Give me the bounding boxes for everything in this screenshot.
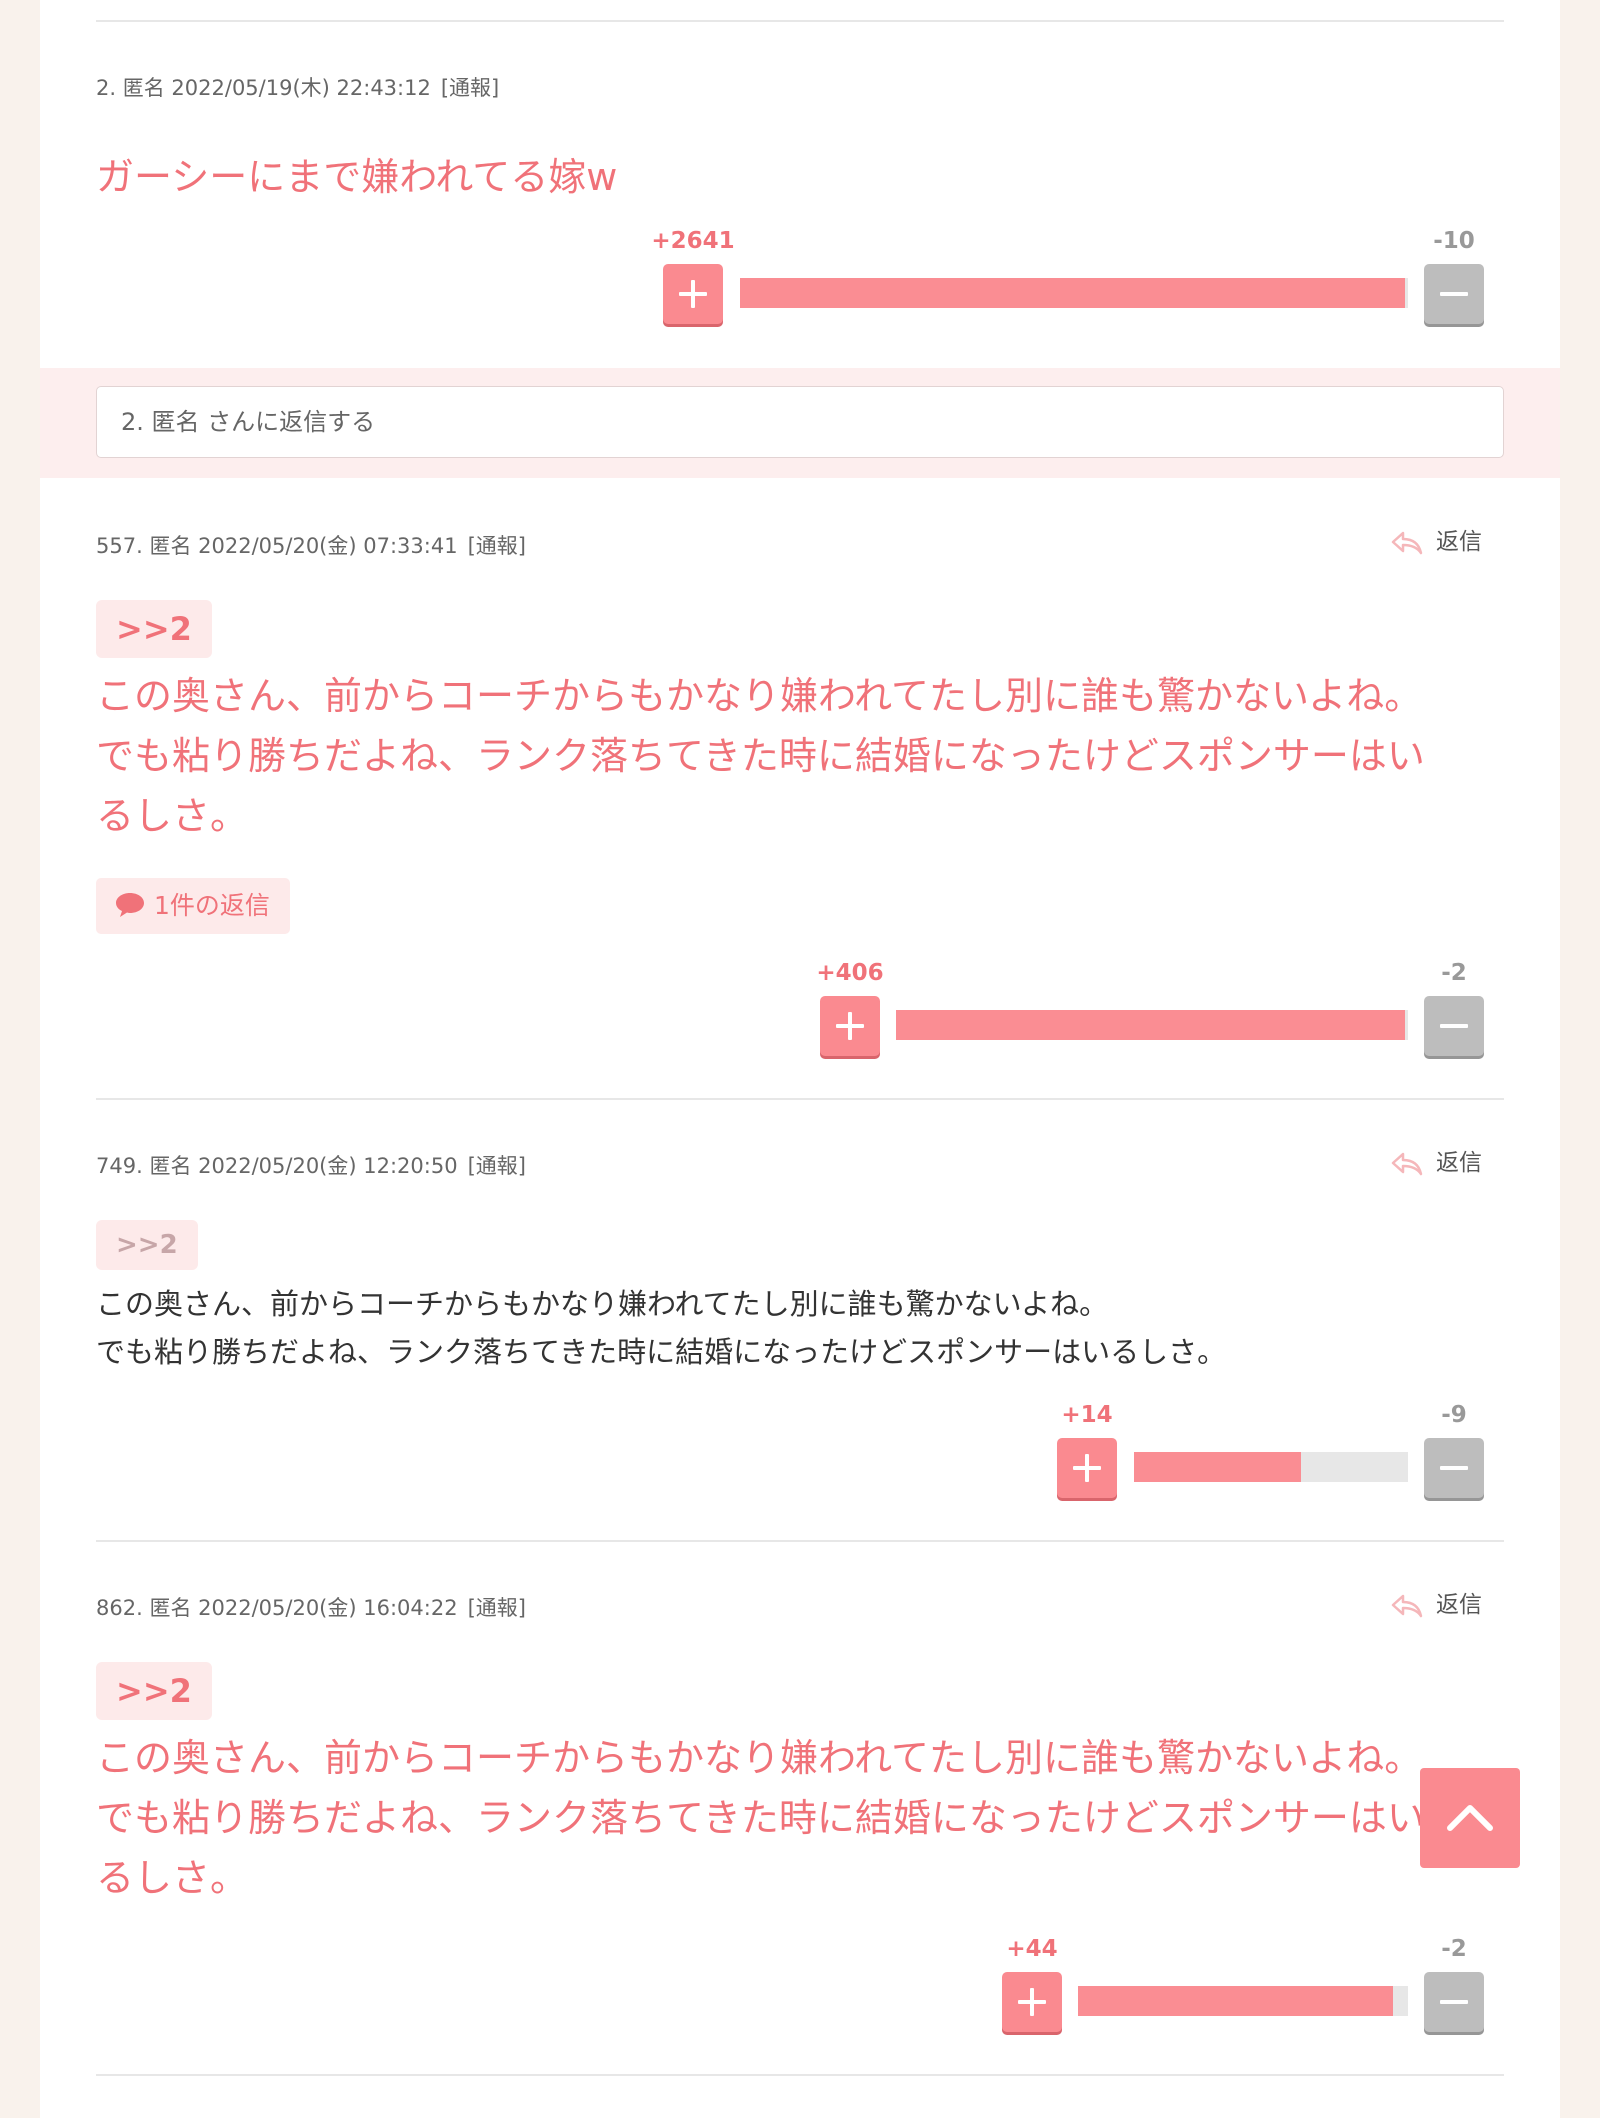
- reply-button[interactable]: 返信: [1390, 1143, 1482, 1177]
- vote-ratio-bar: [740, 278, 1408, 308]
- comment-line: この奥さん、前からコーチからもかなり嫌われてたし別に誰も驚かないよね。: [96, 1736, 1423, 1780]
- comment-line: るしさ。: [96, 794, 249, 838]
- comment-meta: 862. 匿名 2022/05/20(金) 16:04:22 [通報]: [96, 1592, 526, 1622]
- reply-arrow-icon: [1391, 531, 1423, 554]
- minus-button[interactable]: [1424, 264, 1484, 324]
- reply-arrow-icon: [1391, 1152, 1423, 1175]
- minus-button[interactable]: [1424, 1972, 1484, 2032]
- vote-widget: +14 -9: [40, 1402, 1560, 1512]
- comment-meta: 557. 匿名 2022/05/20(金) 07:33:41 [通報]: [96, 530, 526, 560]
- anchor-link[interactable]: >>2: [96, 600, 212, 658]
- report-link[interactable]: [通報]: [468, 1596, 526, 1620]
- plus-button[interactable]: [663, 264, 723, 324]
- comment-number: 749.: [96, 1154, 143, 1178]
- anchor-link[interactable]: >>2: [96, 1220, 198, 1270]
- comment-number: 557.: [96, 534, 143, 558]
- replies-count: 1件の返信: [154, 891, 270, 920]
- minus-button[interactable]: [1424, 996, 1484, 1056]
- vote-ratio-bar: [896, 1010, 1408, 1040]
- vote-ratio-bar: [1134, 1452, 1408, 1482]
- scroll-to-top-button[interactable]: [1420, 1768, 1520, 1868]
- anchor-link[interactable]: >>2: [96, 1662, 212, 1720]
- comment-list: 2. 匿名 2022/05/19(木) 22:43:12 [通報] ガーシーにまで…: [40, 0, 1560, 2118]
- comment-author: 匿名: [149, 534, 192, 558]
- replies-button[interactable]: 1件の返信: [96, 878, 290, 934]
- comment-datetime: 2022/05/20(金) 12:20:50: [198, 1154, 458, 1178]
- report-link[interactable]: [通報]: [468, 534, 526, 558]
- plus-count: +14: [1061, 1402, 1113, 1428]
- vote-ratio-fill: [1078, 1986, 1394, 2016]
- comment-text: この奥さん、前からコーチからもかなり嫌われてたし別に誰も驚かないよね。 でも粘り…: [96, 1728, 1516, 1908]
- comment-datetime: 2022/05/20(金) 16:04:22: [198, 1596, 458, 1620]
- chevron-up-icon: [1447, 1805, 1493, 1831]
- reply-button[interactable]: 返信: [1390, 522, 1482, 556]
- divider: [96, 1098, 1504, 1100]
- reply-button[interactable]: 返信: [1390, 1585, 1482, 1619]
- comment-line: でも粘り勝ちだよね、ランク落ちてきた時に結婚になったけどスポンサーはいるしさ。: [96, 1335, 1227, 1369]
- plus-button[interactable]: [820, 996, 880, 1056]
- comment-number: 2.: [96, 76, 117, 100]
- reply-label: 返信: [1436, 1592, 1482, 1618]
- comment-number: 862.: [96, 1596, 143, 1620]
- minus-count: -10: [1433, 228, 1475, 254]
- divider: [96, 2074, 1504, 2076]
- reply-form: 2. 匿名 さんに返信する: [40, 368, 1560, 478]
- comment-line: この奥さん、前からコーチからもかなり嫌われてたし別に誰も驚かないよね。: [96, 674, 1423, 718]
- comment-author: 匿名: [122, 76, 165, 100]
- comment-author: 匿名: [149, 1154, 192, 1178]
- comment-meta: 749. 匿名 2022/05/20(金) 12:20:50 [通報]: [96, 1150, 526, 1180]
- comment-meta: 2. 匿名 2022/05/19(木) 22:43:12 [通報]: [96, 72, 499, 102]
- comment-datetime: 2022/05/19(木) 22:43:12: [171, 76, 431, 100]
- vote-ratio-bar: [1078, 1986, 1408, 2016]
- reply-arrow-icon: [1391, 1594, 1423, 1617]
- vote-widget: +406 -2: [40, 960, 1560, 1070]
- comment-line: でも粘り勝ちだよね、ランク落ちてきた時に結婚になったけどスポンサーはい: [96, 1796, 1425, 1840]
- report-link[interactable]: [通報]: [468, 1154, 526, 1178]
- plus-count: +406: [816, 960, 884, 986]
- minus-count: -9: [1441, 1402, 1467, 1428]
- reply-label: 返信: [1436, 1150, 1482, 1176]
- plus-count: +44: [1006, 1936, 1058, 1962]
- comment-line: でも粘り勝ちだよね、ランク落ちてきた時に結婚になったけどスポンサーはい: [96, 734, 1425, 778]
- comment-text: ガーシーにまで嫌われてる嫁w: [96, 155, 618, 199]
- comment-author: 匿名: [149, 1596, 192, 1620]
- divider: [96, 1540, 1504, 1542]
- reply-input[interactable]: 2. 匿名 さんに返信する: [96, 386, 1504, 458]
- comment-line: この奥さん、前からコーチからもかなり嫌われてたし別に誰も驚かないよね。: [96, 1287, 1109, 1321]
- reply-label: 返信: [1436, 529, 1482, 555]
- plus-count: +2641: [651, 228, 735, 254]
- comment-text: この奥さん、前からコーチからもかなり嫌われてたし別に誰も驚かないよね。 でも粘り…: [96, 666, 1516, 846]
- vote-widget: +44 -2: [40, 1936, 1560, 2046]
- vote-ratio-fill: [1134, 1452, 1302, 1482]
- plus-button[interactable]: [1057, 1438, 1117, 1498]
- vote-ratio-fill: [740, 278, 1406, 308]
- minus-count: -2: [1441, 960, 1467, 986]
- speech-bubble-icon: [116, 893, 144, 917]
- comment-datetime: 2022/05/20(金) 07:33:41: [198, 534, 458, 558]
- comment-text: この奥さん、前からコーチからもかなり嫌われてたし別に誰も驚かないよね。 でも粘り…: [96, 1280, 1226, 1376]
- minus-button[interactable]: [1424, 1438, 1484, 1498]
- plus-button[interactable]: [1002, 1972, 1062, 2032]
- vote-widget: +2641 -10: [40, 228, 1560, 338]
- comment-line: るしさ。: [96, 1856, 249, 1900]
- report-link[interactable]: [通報]: [441, 76, 499, 100]
- divider: [96, 20, 1504, 22]
- vote-ratio-fill: [896, 1010, 1406, 1040]
- minus-count: -2: [1441, 1936, 1467, 1962]
